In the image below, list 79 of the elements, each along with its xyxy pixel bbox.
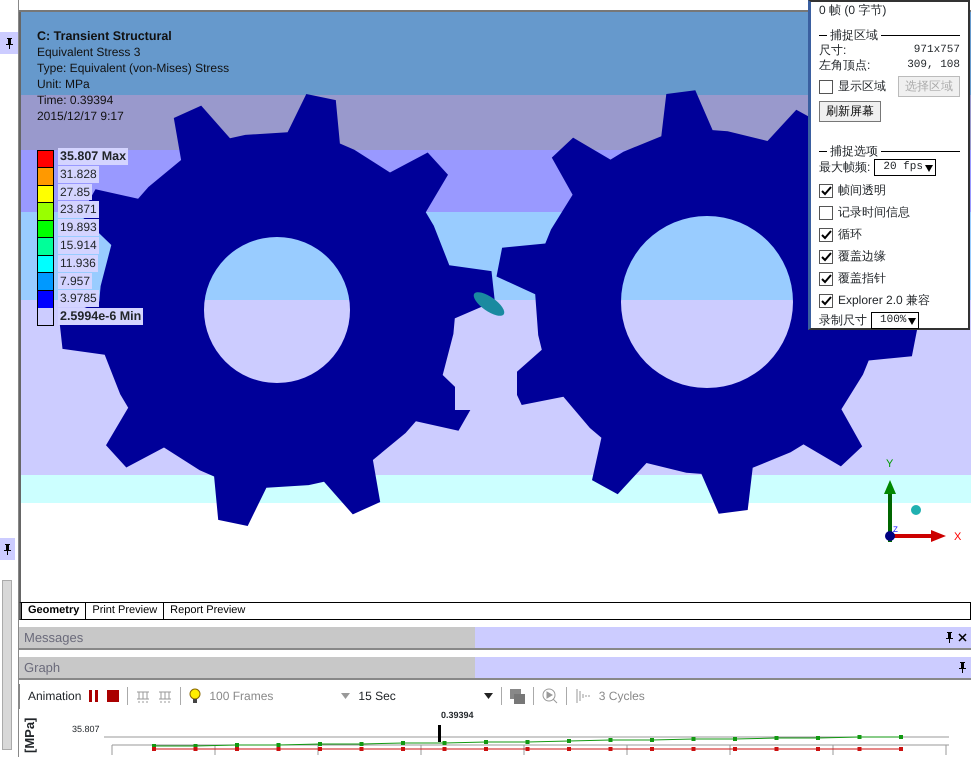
checkbox-label: 覆盖边缘 — [838, 249, 886, 264]
legend-value: 27.85 — [58, 184, 92, 200]
checkbox[interactable] — [819, 250, 833, 264]
field-label: 最大帧频: — [819, 160, 870, 175]
field-label: 录制尺寸 — [819, 313, 867, 328]
pin-icon[interactable] — [958, 662, 967, 673]
section-heading: 捕捉选项 — [830, 144, 878, 159]
lightbulb-icon[interactable] — [189, 688, 202, 704]
checkbox-label: 显示区域 — [838, 79, 886, 94]
pin-tab[interactable] — [0, 538, 15, 560]
origin-sphere — [885, 530, 895, 541]
checkbox[interactable] — [819, 294, 833, 308]
close-icon[interactable] — [958, 632, 967, 642]
checkbox[interactable] — [819, 206, 833, 220]
caret-icon[interactable] — [908, 316, 916, 324]
legend-value: 7.957 — [58, 272, 92, 290]
frame-rate-select[interactable]: 20 fps — [874, 159, 936, 176]
pause-icon[interactable] — [89, 690, 100, 702]
pin-icon[interactable] — [3, 544, 12, 554]
view-sphere — [911, 504, 921, 515]
stop-icon[interactable] — [107, 690, 120, 702]
cycles-label: 3 Cycles — [598, 688, 645, 706]
panel-title: Messages — [19, 626, 475, 648]
zoom-play-icon[interactable] — [542, 688, 558, 704]
legend-value: 2.5994e-6 Min — [58, 308, 144, 325]
axis-label: Y — [886, 458, 894, 470]
result-info-line: Unit: MPa — [37, 76, 91, 92]
frame-icon[interactable] — [158, 690, 172, 703]
axis-tick-label: 35.807 — [72, 723, 100, 736]
cycles-icon[interactable] — [574, 688, 591, 704]
pin-tab[interactable] — [0, 32, 18, 54]
field-label: 尺寸: — [819, 43, 846, 58]
view-tab[interactable]: Print Preview — [85, 602, 164, 619]
checkbox-label: 循环 — [838, 227, 862, 242]
checkbox-label: 覆盖指针 — [838, 271, 886, 286]
checkbox[interactable] — [819, 184, 833, 198]
legend-value: 11.936 — [58, 254, 98, 272]
duration-dropdown[interactable]: 15 Sec — [358, 687, 396, 706]
checkbox[interactable] — [819, 228, 833, 242]
field-label: 左角顶点: — [819, 58, 870, 73]
checkbox[interactable] — [819, 272, 833, 286]
checkbox-label: 记录时间信息 — [838, 205, 910, 220]
legend-value: 19.893 — [58, 219, 99, 236]
pin-icon[interactable] — [4, 38, 14, 48]
axis-label: X — [954, 530, 962, 543]
field-value: 309, 108 — [907, 58, 960, 73]
pin-icon[interactable] — [945, 632, 954, 643]
result-info-line: Type: Equivalent (von-Mises) Stress — [37, 60, 230, 76]
checkbox[interactable] — [819, 80, 833, 94]
field-value: 971x757 — [914, 43, 960, 58]
view-tab[interactable]: Geometry — [21, 602, 86, 619]
result-title: C: Transient Structural — [37, 28, 173, 44]
result-info-line: 2015/12/17 9:17 — [37, 108, 125, 124]
caret-icon[interactable] — [484, 693, 493, 700]
axis-title: [MPa] — [23, 718, 37, 754]
checkbox-label: Explorer 2.0 兼容 — [838, 293, 930, 308]
result-info-line: Time: 0.39394 — [37, 92, 114, 108]
checkbox-label: 帧间透明 — [838, 183, 886, 198]
legend-value: 3.9785 — [58, 290, 99, 308]
result-info-line: Equivalent Stress 3 — [37, 44, 142, 60]
legend-value: 35.807 Max — [58, 148, 128, 165]
section-heading: 捕捉区域 — [830, 28, 878, 43]
frame-icon[interactable] — [136, 690, 150, 703]
status-text: 0 帧 (0 字节) — [819, 3, 888, 18]
legend-value: 23.871 — [58, 201, 99, 218]
time-marker-label: 0.39394 — [441, 709, 474, 722]
stress-spot — [474, 292, 504, 316]
refresh-button[interactable]: 刷新屏幕 — [819, 101, 881, 122]
toolbar-label: Animation — [28, 688, 82, 706]
caret-icon[interactable] — [924, 164, 933, 172]
axis-label: Z — [893, 524, 898, 534]
record-size-select[interactable]: 100% — [871, 312, 920, 329]
view-tab[interactable]: Report Preview — [163, 602, 252, 619]
legend-value: 31.828 — [58, 166, 99, 183]
frames-dropdown[interactable]: 100 Frames — [209, 687, 274, 706]
film-icon[interactable] — [510, 688, 525, 704]
legend-value: 15.914 — [58, 236, 99, 254]
panel-title: Graph — [19, 656, 475, 678]
time-marker[interactable] — [438, 725, 441, 742]
